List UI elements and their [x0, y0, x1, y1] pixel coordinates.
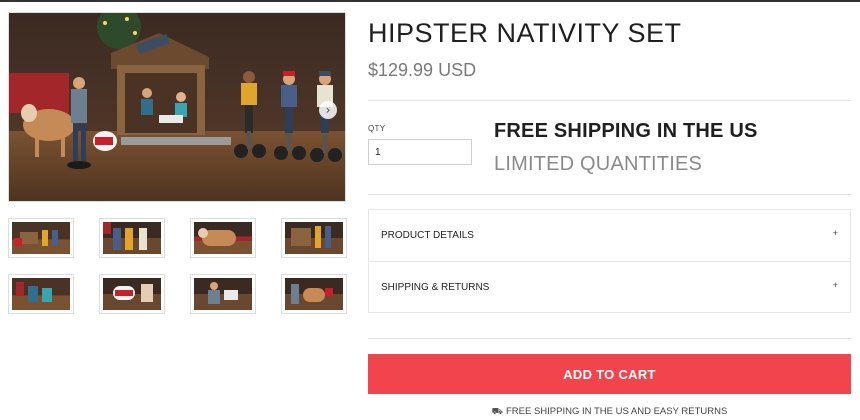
- product-accordion: PRODUCT DETAILS + SHIPPING & RETURNS +: [368, 209, 851, 313]
- divider: [368, 194, 851, 195]
- main-product-image[interactable]: ›: [8, 12, 346, 202]
- thumbnail-1[interactable]: [8, 218, 74, 258]
- gallery-next-arrow[interactable]: ›: [319, 101, 337, 119]
- shipping-footer-note: ⛟ FREE SHIPPING IN THE US AND EASY RETURN…: [368, 406, 851, 418]
- shipping-footer-text: FREE SHIPPING IN THE US AND EASY RETURNS: [505, 406, 728, 417]
- accordion-shipping-returns[interactable]: SHIPPING & RETURNS +: [369, 261, 850, 312]
- thumbnail-2[interactable]: [99, 218, 165, 258]
- thumbnail-8[interactable]: [281, 274, 347, 314]
- quantity-input[interactable]: [368, 139, 472, 165]
- divider: [368, 100, 851, 101]
- quantity-label: QTY: [368, 124, 386, 133]
- accordion-label: SHIPPING & RETURNS: [381, 281, 490, 293]
- thumbnail-6[interactable]: [99, 274, 165, 314]
- thumbnail-4[interactable]: [281, 218, 347, 258]
- thumbnail-5[interactable]: [8, 274, 74, 314]
- shipping-subline: LIMITED QUANTITIES: [494, 153, 703, 175]
- expand-plus-icon[interactable]: +: [833, 280, 838, 290]
- shipping-headline: FREE SHIPPING IN THE US: [494, 120, 758, 142]
- accordion-product-details[interactable]: PRODUCT DETAILS +: [369, 210, 850, 261]
- divider: [368, 338, 851, 339]
- thumbnail-3[interactable]: [190, 218, 256, 258]
- add-to-cart-button[interactable]: ADD TO CART: [368, 354, 851, 394]
- expand-plus-icon[interactable]: +: [833, 228, 838, 238]
- accordion-label: PRODUCT DETAILS: [381, 230, 474, 241]
- nativity-scene-illustration: [9, 13, 345, 201]
- thumbnail-7[interactable]: [190, 274, 256, 314]
- product-price: $129.99 USD: [368, 60, 477, 80]
- top-divider: [0, 0, 860, 2]
- truck-icon: ⛟: [491, 406, 503, 416]
- product-title: HIPSTER NATIVITY SET: [368, 18, 682, 48]
